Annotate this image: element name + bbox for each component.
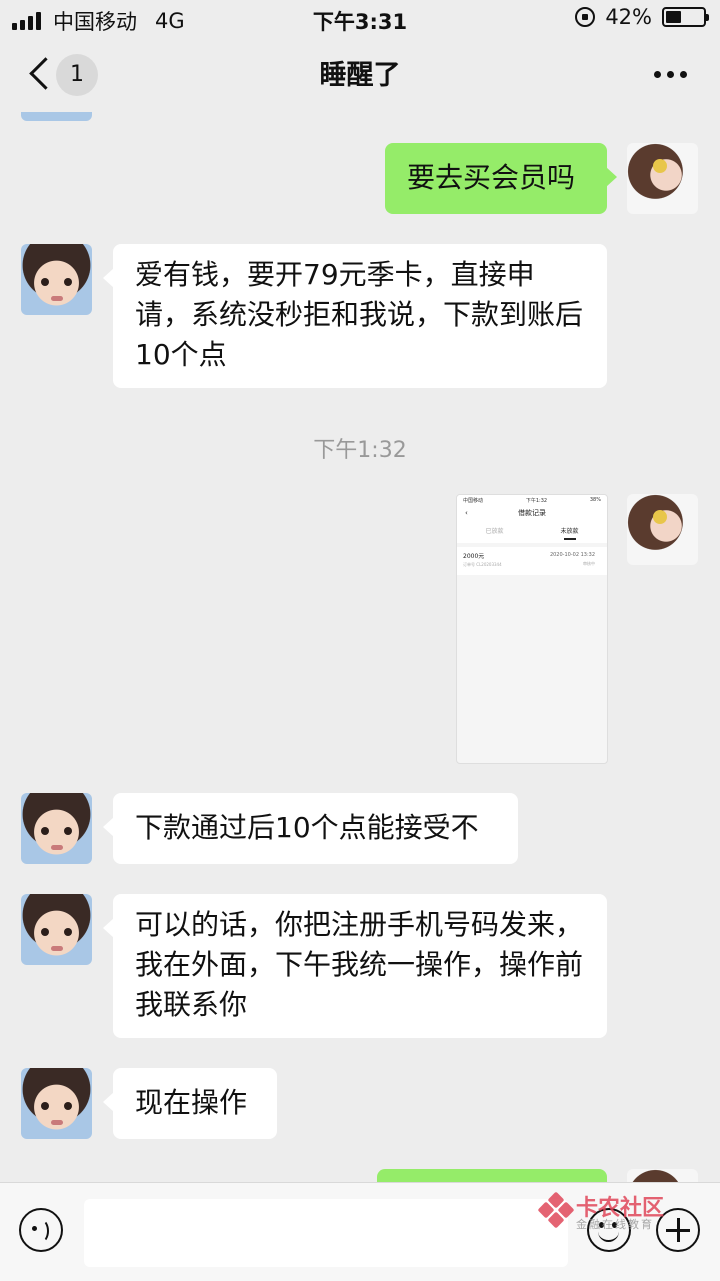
screenshot-carrier: 中国移动 (463, 498, 484, 504)
image-message-screenshot[interactable]: 中国移动 下午1:32 38% ‹ 借款记录 已放款 未放款 2000元 订单号… (456, 494, 608, 764)
screenshot-title: ‹ 借款记录 (457, 505, 607, 521)
message-bubble[interactable]: 爱有钱，要开79元季卡，直接申请，系统没秒拒和我说，下款到账后10个点 (103, 244, 607, 388)
battery-percent: 42% (605, 5, 652, 29)
orientation-lock-icon (575, 7, 596, 27)
message-text: 下款通过后10个点能接受不 (135, 811, 479, 844)
contact-avatar[interactable] (21, 793, 92, 864)
my-avatar[interactable] (627, 494, 698, 565)
contact-avatar[interactable] (21, 894, 92, 965)
more-options-icon[interactable] (654, 64, 694, 84)
screenshot-tab-active: 未放款 (532, 521, 607, 543)
battery-icon (662, 7, 709, 27)
chat-title: 睡醒了 (319, 60, 401, 91)
screenshot-date: 2020-10-02 13:32 (549, 552, 595, 558)
contact-avatar[interactable] (21, 244, 92, 315)
battery-fill (666, 11, 682, 23)
screenshot-status-bar: 中国移动 下午1:32 38% (457, 495, 607, 505)
watermark: 卡农社区 金融在线教育 (537, 1190, 680, 1234)
screenshot-battery: 38% (589, 497, 601, 503)
status-right: 42% (575, 5, 709, 29)
chat-message-list[interactable]: 要去买会员吗 爱有钱，要开79元季卡，直接申请，系统没秒拒和我说，下款到账后10… (0, 112, 720, 1182)
contact-avatar[interactable] (21, 1068, 92, 1139)
message-text: 爱有钱，要开79元季卡，直接申请，系统没秒拒和我说，下款到账后10个点 (135, 258, 584, 371)
contact-avatar[interactable] (21, 112, 92, 121)
my-avatar[interactable] (627, 1169, 698, 1182)
screenshot-amount: 2000元 (463, 553, 485, 560)
message-text: 要去买会员吗 (407, 161, 576, 194)
watermark-logo-icon (537, 1191, 575, 1229)
message-bubble[interactable]: 下款通过后10个点能接受不 (103, 793, 518, 864)
screenshot-back-icon: ‹ (465, 509, 468, 517)
watermark-subtext: 金融在线教育 (576, 1218, 654, 1231)
message-text: 现在操作 (135, 1086, 248, 1119)
screenshot-time: 下午1:32 (525, 498, 548, 504)
screenshot-tabs: 已放款 未放款 (457, 521, 607, 543)
message-bubble[interactable]: 可以的话，你把注册手机号码发来，我在外面，下午我统一操作，操作前我联系你 (103, 894, 607, 1038)
screenshot-order: 订单号 CL20203344 (463, 562, 502, 567)
my-avatar[interactable] (627, 143, 698, 214)
message-bubble-partial[interactable] (377, 1169, 607, 1182)
message-bubble[interactable]: 现在操作 (103, 1068, 277, 1139)
screenshot-tab: 已放款 (485, 528, 504, 535)
voice-input-icon[interactable] (19, 1208, 63, 1252)
screenshot-status: 审核中 (583, 561, 595, 566)
message-text: 可以的话，你把注册手机号码发来，我在外面，下午我统一操作，操作前我联系你 (135, 908, 584, 1021)
chat-header: 1 睡醒了 (0, 36, 720, 112)
status-bar: 中国移动 4G 下午3:31 42% (0, 0, 720, 36)
message-input[interactable] (84, 1199, 568, 1267)
chat-timestamp: 下午1:32 (313, 438, 407, 463)
screenshot-title-text: 借款记录 (518, 509, 546, 517)
message-bubble[interactable]: 要去买会员吗 (385, 143, 617, 214)
screenshot-loan-item: 2000元 订单号 CL20203344 2020-10-02 13:32 审核… (457, 547, 607, 575)
